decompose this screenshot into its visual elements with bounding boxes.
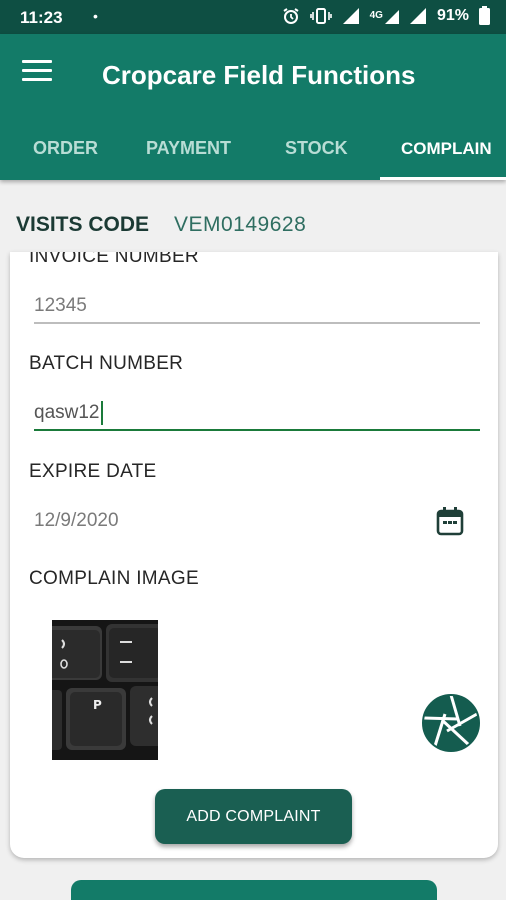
batch-number-value: qasw12 [34,402,100,424]
batch-number-label: BATCH NUMBER [29,353,184,374]
active-tab-indicator [380,177,506,180]
notification-dot: • [93,8,98,24]
batch-number-underline [34,429,480,431]
battery-icon [479,6,490,25]
app-bar: Cropcare Field Functions ORDER PAYMENT S… [0,34,506,180]
complain-image-thumbnail[interactable]: P [52,620,158,760]
invoice-number-field[interactable]: 12345 [34,295,87,317]
menu-icon[interactable] [22,60,52,84]
visits-code-label: VISITS CODE [16,213,150,236]
alarm-icon [282,7,300,25]
battery-percent: 91% [436,6,469,24]
bottom-action-button[interactable] [71,880,437,900]
expire-date-label: EXPIRE DATE [29,461,157,482]
complain-image-label: COMPLAIN IMAGE [29,568,199,589]
text-caret [100,401,103,425]
status-bar: 11:23 • 4G 91% [0,0,506,34]
visits-code-value: VEM0149628 [174,213,307,236]
signal-icon [342,7,360,25]
tab-complain[interactable]: COMPLAIN [401,139,492,159]
network-type: 4G [370,7,399,25]
svg-text:P: P [93,698,102,712]
tab-stock[interactable]: STOCK [285,138,348,159]
tab-bar: ORDER PAYMENT STOCK COMPLAIN [0,126,506,180]
invoice-number-label: INVOICE NUMBER [29,252,199,267]
status-icons: 4G 91% [282,6,490,25]
camera-shutter-icon[interactable] [422,694,480,752]
batch-number-field[interactable]: qasw12 [34,401,103,425]
tab-order[interactable]: ORDER [33,138,98,159]
app-title: Cropcare Field Functions [102,60,416,90]
complaint-form-card: INVOICE NUMBER 12345 BATCH NUMBER qasw12… [10,252,498,858]
add-complaint-button[interactable]: ADD COMPLAINT [155,789,352,844]
tab-payment[interactable]: PAYMENT [146,138,231,159]
status-time: 11:23 [20,8,63,27]
expire-date-field[interactable]: 12/9/2020 [34,510,119,532]
visits-code-row: VISITS CODE VEM0149628 [0,196,506,252]
signal-icon-2 [409,7,427,25]
calendar-icon[interactable] [436,506,464,536]
invoice-number-underline [34,322,480,324]
vibrate-icon [309,7,332,25]
